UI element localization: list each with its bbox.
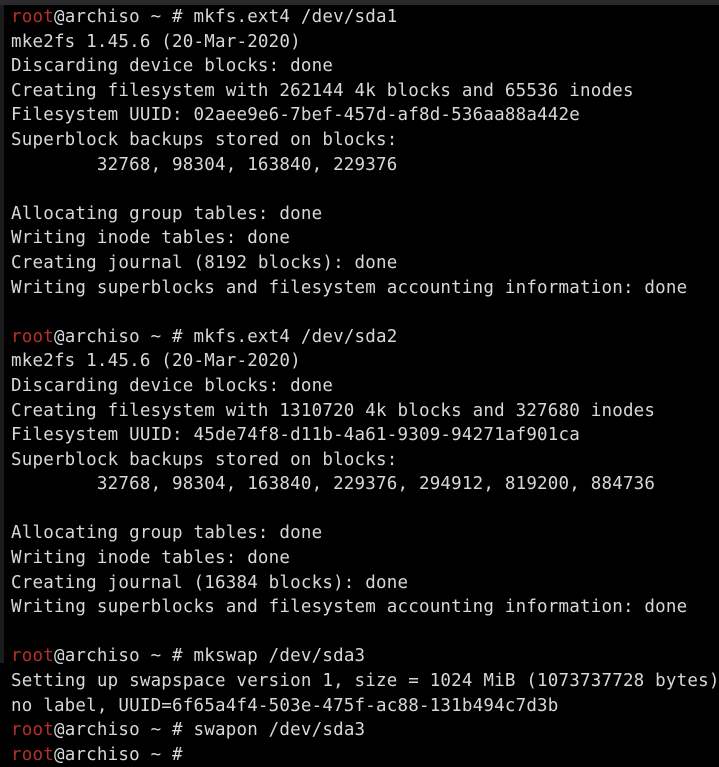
terminal-output-line: Superblock backups stored on blocks: [11, 449, 398, 470]
terminal-output-line: Allocating group tables: done [11, 523, 323, 544]
terminal-screen[interactable]: root@archiso ~ # mkfs.ext4 /dev/sda1 mke2… [0, 0, 719, 765]
terminal-output-line: Creating journal (16384 blocks): done [11, 572, 409, 593]
terminal-output-buffer: root@archiso ~ # mkfs.ext4 /dev/sda1 mke2… [11, 5, 719, 767]
terminal-output-line: mke2fs 1.45.6 (20-Mar-2020) [11, 351, 301, 372]
prompt-user: root [11, 720, 54, 741]
terminal-output-line: Writing superblocks and filesystem accou… [11, 277, 688, 298]
terminal-output-line: Creating filesystem with 262144 4k block… [11, 80, 634, 101]
prompt-command: @archiso ~ # swapon /dev/sda3 [53, 720, 366, 741]
prompt-user: root [11, 326, 54, 347]
terminal-output-line: Writing superblocks and filesystem accou… [11, 597, 688, 618]
terminal-output-line: 32768, 98304, 163840, 229376, 294912, 81… [11, 474, 656, 495]
terminal-output-line: Filesystem UUID: 02aee9e6-7bef-457d-af8d… [11, 105, 581, 126]
terminal-output-line: Writing inode tables: done [11, 228, 291, 249]
terminal-output-line: mke2fs 1.45.6 (20-Mar-2020) [11, 31, 301, 52]
terminal-output-line: Allocating group tables: done [11, 203, 323, 224]
terminal-prompt-line: root@archiso ~ # mkfs.ext4 /dev/sda2 [11, 325, 719, 350]
prompt-command: @archiso ~ # mkswap /dev/sda3 [53, 646, 366, 667]
prompt-user: root [11, 646, 54, 667]
terminal-output-line: Writing inode tables: done [11, 548, 291, 569]
prompt-command: @archiso ~ # mkfs.ext4 /dev/sda2 [53, 326, 398, 347]
terminal-prompt-line: root@archiso ~ # swapon /dev/sda3 [11, 718, 719, 743]
terminal-prompt-line: root@archiso ~ # [11, 743, 719, 767]
terminal-output-line: Creating filesystem with 1310720 4k bloc… [11, 400, 656, 421]
terminal-prompt-line: root@archiso ~ # mkfs.ext4 /dev/sda1 [11, 5, 719, 30]
prompt-user: root [11, 744, 54, 765]
terminal-output-line: Discarding device blocks: done [11, 375, 334, 396]
terminal-output-line: Creating journal (8192 blocks): done [11, 252, 398, 273]
terminal-prompt-line: root@archiso ~ # mkswap /dev/sda3 [11, 644, 719, 669]
terminal-output-line: Superblock backups stored on blocks: [11, 129, 398, 150]
terminal-output-line: Setting up swapspace version 1, size = 1… [11, 671, 719, 692]
terminal-output-line: no label, UUID=6f65a4f4-503e-475f-ac88-1… [11, 695, 559, 716]
prompt-command: @archiso ~ # [53, 744, 194, 765]
terminal-output-line: Filesystem UUID: 45de74f8-d11b-4a61-9309… [11, 425, 581, 446]
terminal-output-line: Discarding device blocks: done [11, 56, 334, 77]
prompt-command: @archiso ~ # mkfs.ext4 /dev/sda1 [53, 7, 398, 27]
terminal-output-line: 32768, 98304, 163840, 229376 [11, 154, 398, 175]
prompt-user: root [11, 7, 54, 27]
